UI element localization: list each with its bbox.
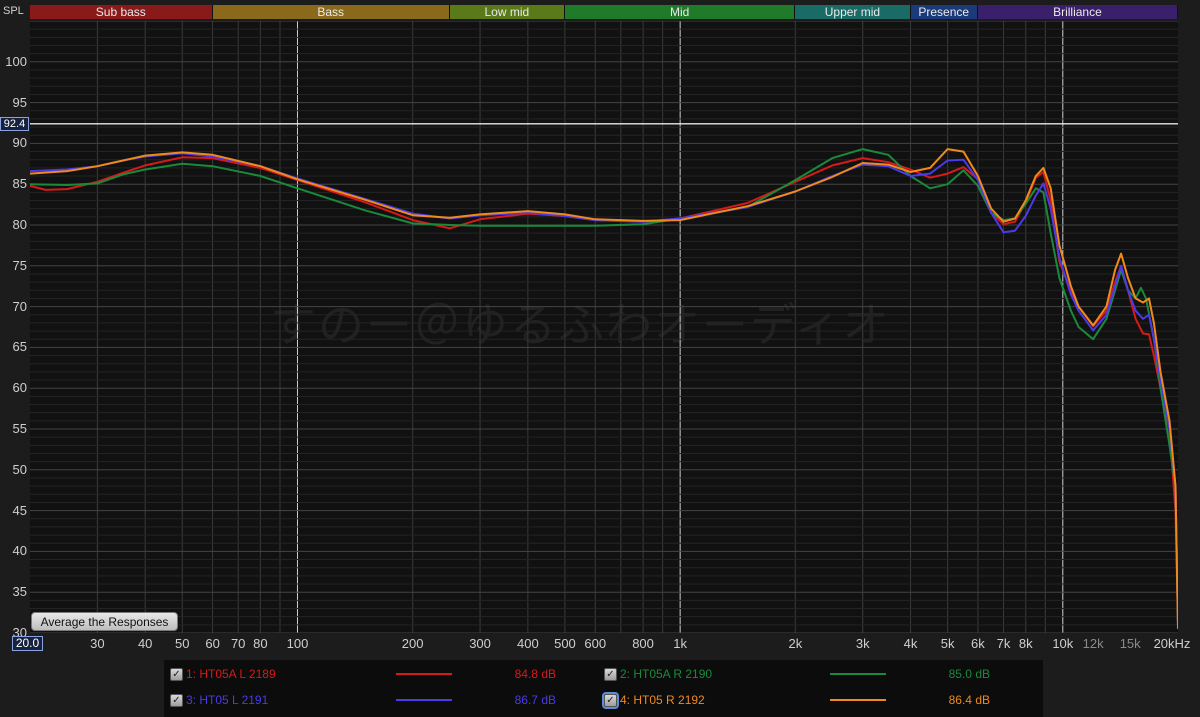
plot-canvas <box>30 21 1178 633</box>
y-tick-label: 35 <box>12 584 27 600</box>
y-tick-label: 90 <box>12 135 27 151</box>
legend-label-series-4: 4: HT05 R 2192 <box>620 693 705 707</box>
y-tick-label: 100 <box>5 53 27 69</box>
x-tick-label: 70 <box>230 636 246 651</box>
band-low-mid: Low mid <box>449 5 565 19</box>
y-axis-title: SPL <box>3 5 24 17</box>
frequency-band-bar: Sub bass Bass Low mid Mid Upper mid Presence B… <box>30 5 1178 19</box>
checkbox-series-2[interactable]: ✓ <box>604 668 617 681</box>
band-brilliance: Brilliance <box>977 5 1178 19</box>
x-tick-label: 50 <box>175 636 190 651</box>
legend-label-series-2: 2: HT05A R 2190 <box>620 667 713 681</box>
y-tick-label: 40 <box>12 543 27 559</box>
band-bass: Bass <box>212 5 450 19</box>
x-tick-label: 200 <box>401 636 424 651</box>
measurement-legend: ✓ 1: HT05A L 2189 84.8 dB ✓ 2: HT05A R 2… <box>164 660 1043 717</box>
average-responses-button[interactable]: Average the Responses <box>31 612 178 631</box>
x-tick-label: 5k <box>940 636 955 651</box>
checkbox-series-4[interactable]: ✓ <box>602 692 619 709</box>
legend-row-1: ✓ 1: HT05A L 2189 84.8 dB ✓ 2: HT05A R 2… <box>164 664 1043 688</box>
frequency-response-window: SPL Sub bass Bass Low mid Mid Upper mid Prese… <box>0 0 1200 717</box>
x-tick-label: 15k <box>1119 636 1141 651</box>
x-tick-label: 80 <box>253 636 268 651</box>
y-tick-label: 60 <box>12 380 27 396</box>
x-tick-label: 400 <box>517 636 539 651</box>
x-tick-label: 2k <box>788 636 803 651</box>
legend-db-series-4: 86.4 dB <box>948 693 990 707</box>
x-tick-label: 300 <box>469 636 491 651</box>
x-tick-label: 6k <box>971 636 985 651</box>
x-tick-label: 40 <box>137 636 153 651</box>
band-presence: Presence <box>910 5 978 19</box>
x-tick-label: 7k <box>996 636 1011 651</box>
y-tick-label: 45 <box>12 502 27 518</box>
y-tick-label: 80 <box>12 217 27 232</box>
x-tick-label: 500 <box>554 636 576 651</box>
y-tick-label: 65 <box>12 339 27 355</box>
band-mid: Mid <box>564 5 796 19</box>
x-tick-label: 10k <box>1052 636 1074 651</box>
x-start-readout[interactable]: 20.0 <box>12 636 43 651</box>
x-tick-label: 3k <box>855 636 870 651</box>
x-tick-label: 100 <box>286 636 309 651</box>
legend-swatch-series-3 <box>396 699 452 701</box>
y-tick-label: 75 <box>12 257 27 273</box>
legend-db-series-2: 85.0 dB <box>948 667 990 681</box>
band-upper-mid: Upper mid <box>795 5 911 19</box>
legend-label-series-1: 1: HT05A L 2189 <box>186 667 276 681</box>
x-tick-label: 1k <box>673 636 687 651</box>
legend-swatch-series-2 <box>830 673 886 675</box>
x-tick-label: 60 <box>205 636 220 651</box>
y-tick-label: 85 <box>12 176 27 192</box>
legend-swatch-series-1 <box>396 673 452 675</box>
legend-row-2: ✓ 3: HT05 L 2191 86.7 dB ✓ 4: HT05 R 219… <box>164 690 1043 714</box>
x-tick-label: 4k <box>903 636 918 651</box>
legend-swatch-series-4 <box>830 699 886 701</box>
legend-db-series-3: 86.7 dB <box>514 693 556 707</box>
x-tick-label: 30 <box>90 636 105 651</box>
band-sub-bass: Sub bass <box>30 5 213 19</box>
y-tick-label: 95 <box>12 94 27 110</box>
x-tick-label: 600 <box>584 636 607 651</box>
x-tick-label: 800 <box>632 636 654 651</box>
frequency-response-plot[interactable]: すのー＠ゆるふわオーディオ <box>30 21 1178 633</box>
y-tick-label: 55 <box>12 421 27 436</box>
y-tick-label: 50 <box>12 461 27 477</box>
x-tick-label: 8k <box>1018 636 1033 651</box>
series-line-1 <box>30 156 1178 625</box>
reference-level-readout[interactable]: 92.4 <box>0 117 29 131</box>
legend-db-series-1: 84.8 dB <box>514 667 556 681</box>
x-tick-label: 20kHz <box>1153 636 1191 651</box>
y-tick-label: 70 <box>12 298 27 314</box>
checkbox-series-1[interactable]: ✓ <box>170 668 183 681</box>
x-tick-label: 12k <box>1082 636 1104 651</box>
checkbox-series-3[interactable]: ✓ <box>170 694 183 707</box>
legend-label-series-3: 3: HT05 L 2191 <box>186 693 269 707</box>
